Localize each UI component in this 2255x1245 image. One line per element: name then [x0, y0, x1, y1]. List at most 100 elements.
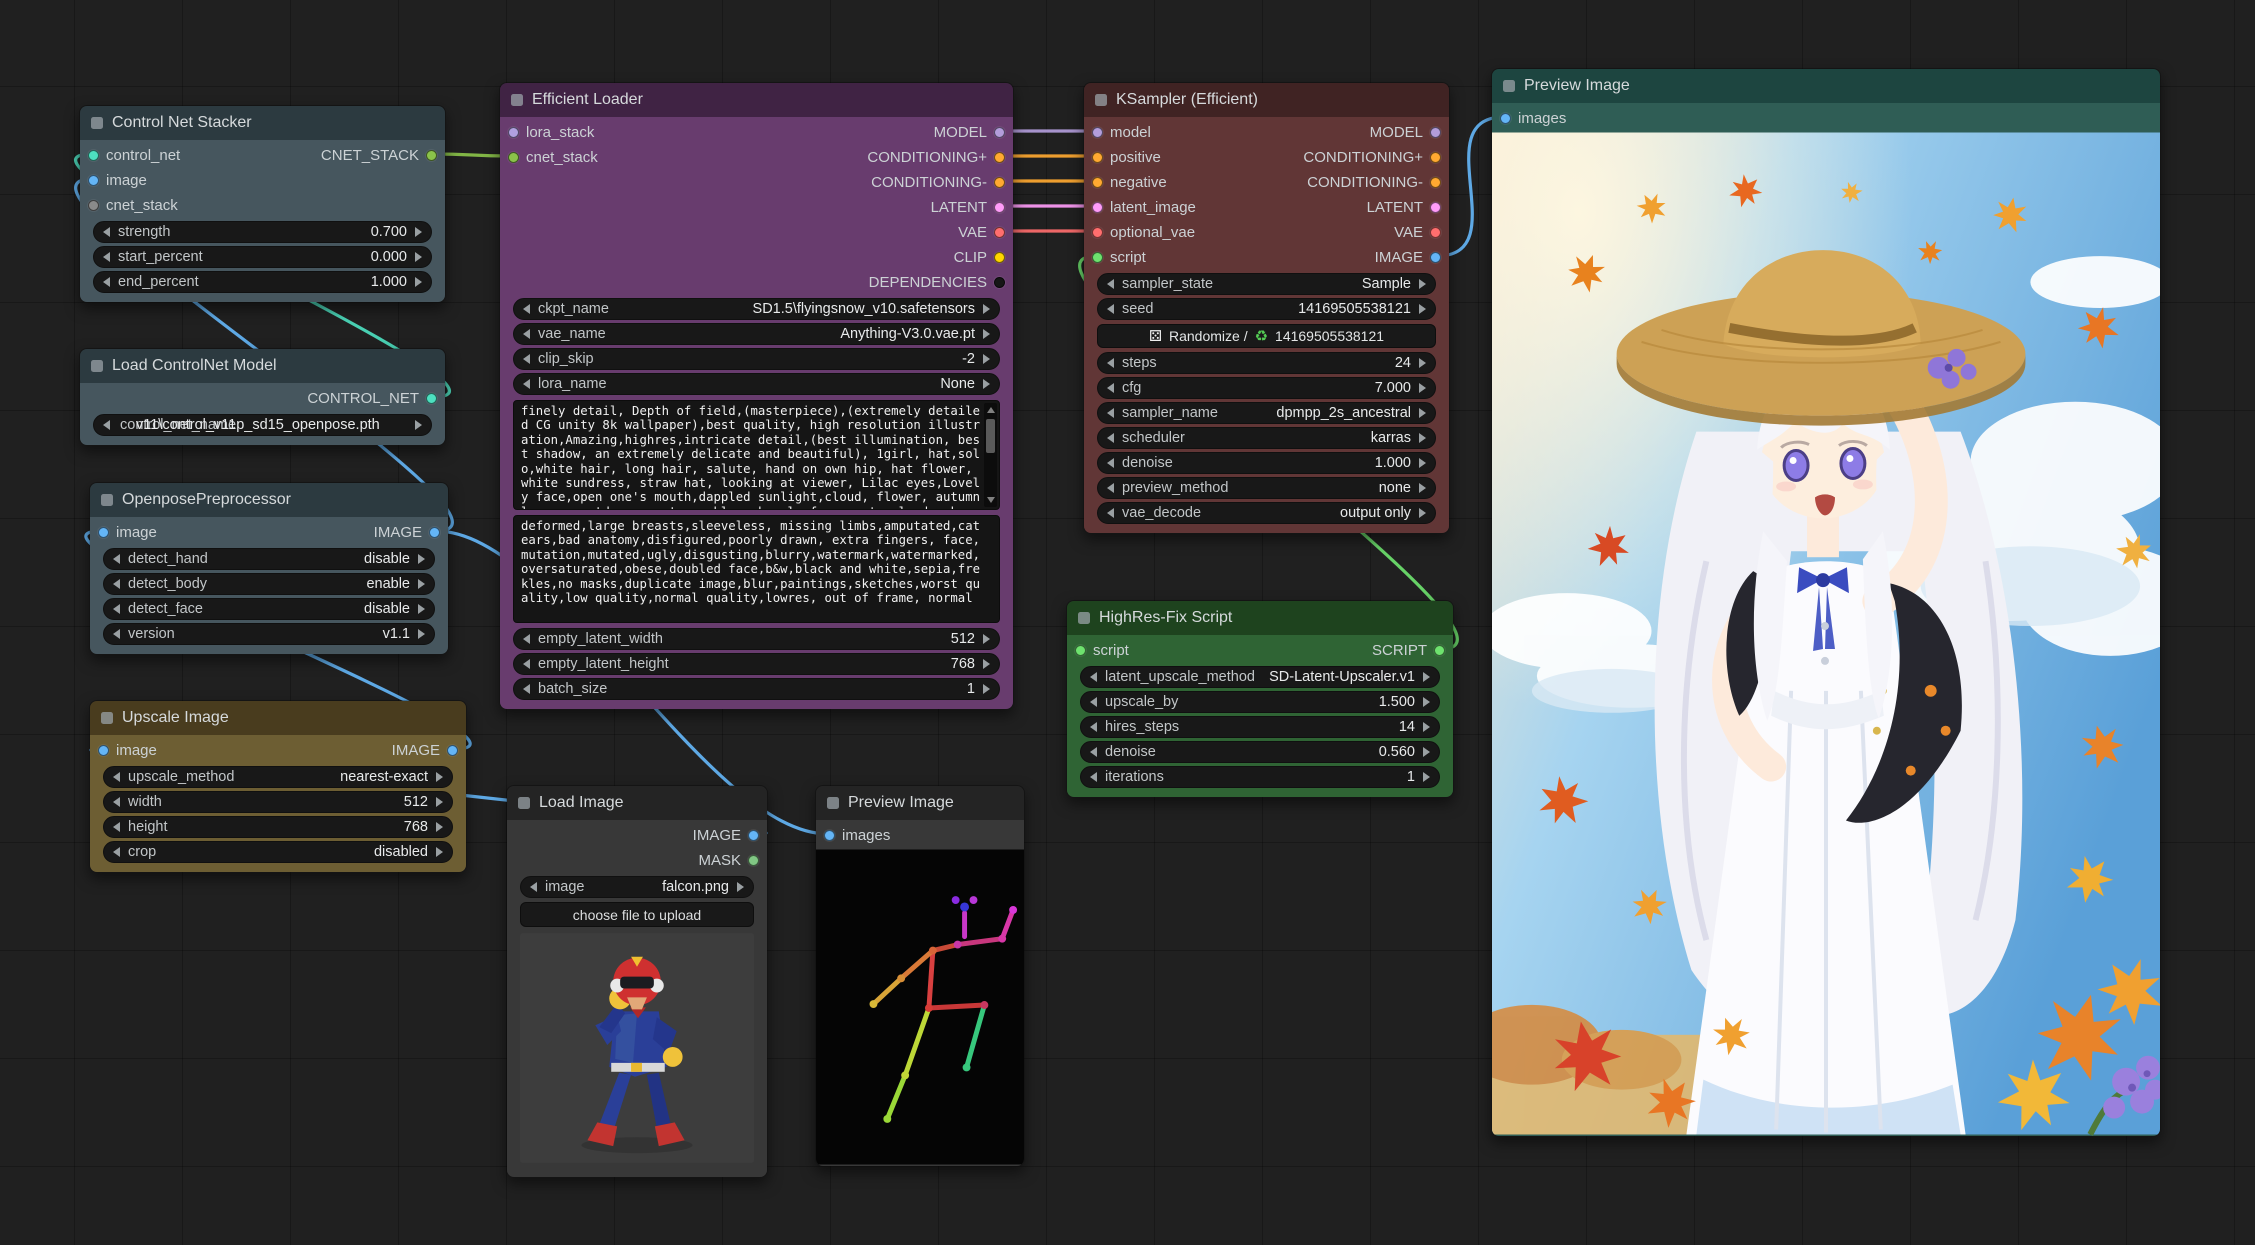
input-port-latent-image[interactable]: latent_image [1092, 195, 1196, 220]
widget-upscale-by[interactable]: upscale_by1.500 [1080, 691, 1440, 713]
increment-arrow[interactable] [436, 822, 443, 832]
decrement-arrow[interactable] [523, 304, 530, 314]
node-header[interactable]: Upscale Image [90, 701, 466, 735]
port-dot[interactable] [1092, 177, 1103, 188]
node-load-controlnet-model[interactable]: Load ControlNet Model CONTROL_NET contro… [79, 348, 446, 446]
node-preview-image-small[interactable]: Preview Image images [815, 785, 1025, 1167]
output-port-latent[interactable]: LATENT [931, 195, 1005, 220]
collapse-icon[interactable] [91, 360, 103, 372]
output-port-image[interactable]: IMAGE [1375, 245, 1441, 270]
node-ksampler-efficient[interactable]: KSampler (Efficient) model MODEL positiv… [1083, 82, 1450, 534]
output-port-dependencies[interactable]: DEPENDENCIES [869, 270, 1005, 295]
increment-arrow[interactable] [1423, 772, 1430, 782]
port-dot[interactable] [994, 152, 1005, 163]
output-port-image[interactable]: IMAGE [693, 823, 759, 848]
port-dot[interactable] [88, 200, 99, 211]
widget-end-percent[interactable]: end_percent1.000 [93, 271, 432, 293]
decrement-arrow[interactable] [523, 354, 530, 364]
widget-vae-decode[interactable]: vae_decodeoutput only [1097, 502, 1436, 524]
increment-arrow[interactable] [1419, 304, 1426, 314]
port-dot[interactable] [88, 175, 99, 186]
decrement-arrow[interactable] [523, 329, 530, 339]
increment-arrow[interactable] [983, 659, 990, 669]
input-port-image[interactable]: image [98, 520, 157, 545]
collapse-icon[interactable] [1503, 80, 1515, 92]
widget-upscale-method[interactable]: upscale_methodnearest-exact [103, 766, 453, 788]
widget-clip-skip[interactable]: clip_skip-2 [513, 348, 1000, 370]
increment-arrow[interactable] [983, 634, 990, 644]
widget-height[interactable]: height768 [103, 816, 453, 838]
input-port-images[interactable]: images [1500, 106, 1566, 131]
port-dot[interactable] [994, 227, 1005, 238]
decrement-arrow[interactable] [1107, 483, 1114, 493]
port-dot[interactable] [447, 745, 458, 756]
decrement-arrow[interactable] [1107, 458, 1114, 468]
port-dot[interactable] [1430, 202, 1441, 213]
widget-vae-name[interactable]: vae_nameAnything-V3.0.vae.pt [513, 323, 1000, 345]
decrement-arrow[interactable] [523, 379, 530, 389]
increment-arrow[interactable] [1419, 433, 1426, 443]
output-port-control-net[interactable]: CONTROL_NET [307, 386, 437, 411]
increment-arrow[interactable] [983, 379, 990, 389]
output-port-vae[interactable]: VAE [1394, 220, 1441, 245]
widget-denoise[interactable]: denoise1.000 [1097, 452, 1436, 474]
increment-arrow[interactable] [418, 629, 425, 639]
decrement-arrow[interactable] [530, 882, 537, 892]
scroll-down-icon[interactable] [987, 497, 995, 503]
increment-arrow[interactable] [737, 882, 744, 892]
widget-empty-latent-width[interactable]: empty_latent_width512 [513, 628, 1000, 650]
increment-arrow[interactable] [1423, 697, 1430, 707]
collapse-icon[interactable] [1095, 94, 1107, 106]
collapse-icon[interactable] [511, 94, 523, 106]
increment-arrow[interactable] [983, 304, 990, 314]
output-port-latent[interactable]: LATENT [1367, 195, 1441, 220]
decrement-arrow[interactable] [1107, 358, 1114, 368]
node-header[interactable]: KSampler (Efficient) [1084, 83, 1449, 117]
widget-control-net-name[interactable]: control_net_namev11\control_v11p_sd15_op… [93, 414, 432, 436]
output-port-script[interactable]: SCRIPT [1372, 638, 1445, 663]
collapse-icon[interactable] [827, 797, 839, 809]
increment-arrow[interactable] [415, 252, 422, 262]
widget-crop[interactable]: cropdisabled [103, 841, 453, 863]
node-preview-image-large[interactable]: Preview Image images [1491, 68, 2161, 1137]
widget-latent-upscale-method[interactable]: latent_upscale_methodSD-Latent-Upscaler.… [1080, 666, 1440, 688]
port-dot[interactable] [1092, 252, 1103, 263]
widget-lora-name[interactable]: lora_nameNone [513, 373, 1000, 395]
node-header[interactable]: Efficient Loader [500, 83, 1013, 117]
decrement-arrow[interactable] [113, 822, 120, 832]
widget-steps[interactable]: steps24 [1097, 352, 1436, 374]
scrollbar[interactable] [984, 403, 997, 507]
output-port-clip[interactable]: CLIP [954, 245, 1005, 270]
widget-strength[interactable]: strength0.700 [93, 221, 432, 243]
port-dot[interactable] [508, 127, 519, 138]
decrement-arrow[interactable] [1107, 383, 1114, 393]
increment-arrow[interactable] [1419, 408, 1426, 418]
input-port-image[interactable]: image [98, 738, 157, 763]
decrement-arrow[interactable] [523, 684, 530, 694]
decrement-arrow[interactable] [113, 629, 120, 639]
increment-arrow[interactable] [1423, 672, 1430, 682]
input-port-cnet-stack[interactable]: cnet_stack [88, 193, 178, 218]
port-dot[interactable] [1430, 227, 1441, 238]
decrement-arrow[interactable] [103, 420, 110, 430]
increment-arrow[interactable] [1423, 722, 1430, 732]
port-dot[interactable] [1430, 152, 1441, 163]
port-dot[interactable] [994, 202, 1005, 213]
decrement-arrow[interactable] [1090, 697, 1097, 707]
widget-sampler-name[interactable]: sampler_namedpmpp_2s_ancestral [1097, 402, 1436, 424]
port-dot[interactable] [1430, 252, 1441, 263]
widget-preview-method[interactable]: preview_methodnone [1097, 477, 1436, 499]
collapse-icon[interactable] [91, 117, 103, 129]
node-control-net-stacker[interactable]: Control Net Stacker control_net CNET_STA… [79, 105, 446, 303]
decrement-arrow[interactable] [1107, 279, 1114, 289]
collapse-icon[interactable] [101, 712, 113, 724]
input-port-script[interactable]: script [1092, 245, 1146, 270]
output-port-vae[interactable]: VAE [958, 220, 1005, 245]
port-dot[interactable] [1500, 113, 1511, 124]
decrement-arrow[interactable] [113, 797, 120, 807]
decrement-arrow[interactable] [1107, 508, 1114, 518]
widget-start-percent[interactable]: start_percent0.000 [93, 246, 432, 268]
output-port-model[interactable]: MODEL [934, 120, 1005, 145]
port-dot[interactable] [748, 830, 759, 841]
widget-detect-hand[interactable]: detect_handdisable [103, 548, 435, 570]
